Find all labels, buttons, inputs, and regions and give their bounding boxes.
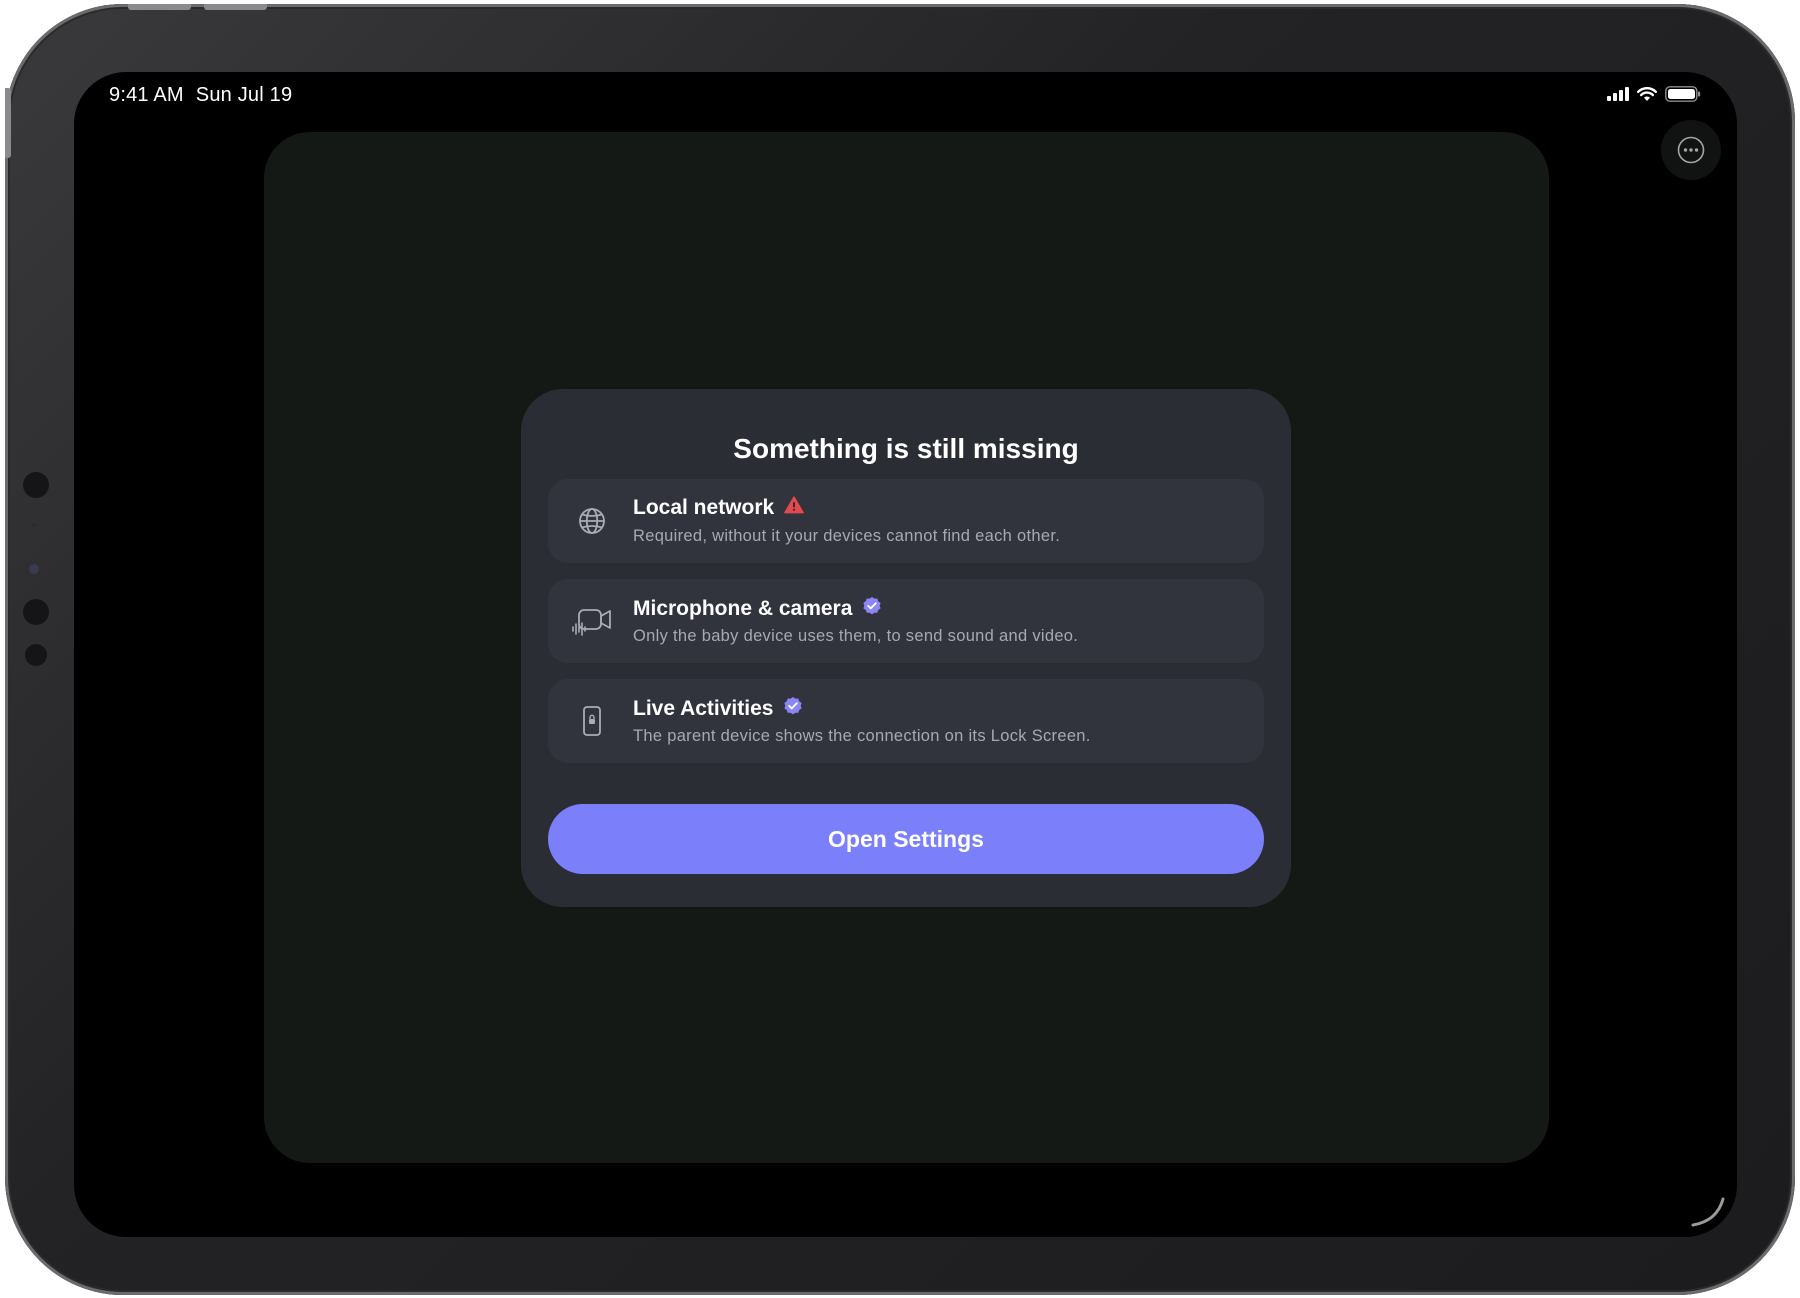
video-camera-icon [570,599,614,643]
row-title: Live Activities [633,696,803,722]
side-sensor [23,472,49,498]
row-title: Microphone & camera [633,596,882,622]
top-side-button-hw [5,88,11,158]
row-title-text: Local network [633,496,775,519]
row-title: Local network [633,496,805,520]
side-sensor [25,644,47,666]
side-sensor [23,599,49,625]
row-title-text: Microphone & camera [633,597,853,620]
row-title-text: Live Activities [633,697,774,720]
verified-check-icon [862,596,882,622]
more-options-button[interactable] [1661,120,1721,180]
card-title: Something is still missing [733,433,1079,464]
battery-icon [1665,86,1701,107]
screen: 9:41 AM Sun Jul 19 Something is still mi… [74,72,1737,1237]
missing-permissions-card: Something is still missing Local network… [521,389,1291,907]
permission-row-microphone-camera[interactable]: Microphone & camera Only the baby device… [548,579,1264,663]
permission-row-local-network[interactable]: Local network Required, without it your … [548,479,1264,563]
warning-triangle-icon [784,496,805,520]
status-indicators [1607,86,1701,107]
ellipsis-circle-icon [1677,136,1705,164]
status-date: Sun Jul 19 [195,84,293,106]
verified-check-icon [783,696,803,722]
volume-down-button-hw [204,4,267,10]
wifi-icon [1637,86,1657,107]
side-sensor [32,523,36,527]
ipad-frame: 9:41 AM Sun Jul 19 Something is still mi… [5,4,1795,1295]
permission-row-live-activities[interactable]: Live Activities The parent device shows … [548,679,1264,763]
status-bar-time: 9:41 AM Sun Jul 19 [109,84,292,107]
globe-icon [570,499,614,543]
status-time: 9:41 AM [109,84,184,106]
row-description: Required, without it your devices cannot… [633,527,1061,545]
row-description: Only the baby device uses them, to send … [633,627,1079,645]
cellular-signal-icon [1607,87,1629,106]
row-description: The parent device shows the connection o… [633,727,1091,745]
corner-swipe-indicator[interactable] [1687,1187,1731,1231]
lock-phone-icon [570,699,614,743]
open-settings-button[interactable]: Open Settings [548,804,1264,874]
volume-up-button-hw [128,4,191,10]
front-camera [29,564,39,574]
